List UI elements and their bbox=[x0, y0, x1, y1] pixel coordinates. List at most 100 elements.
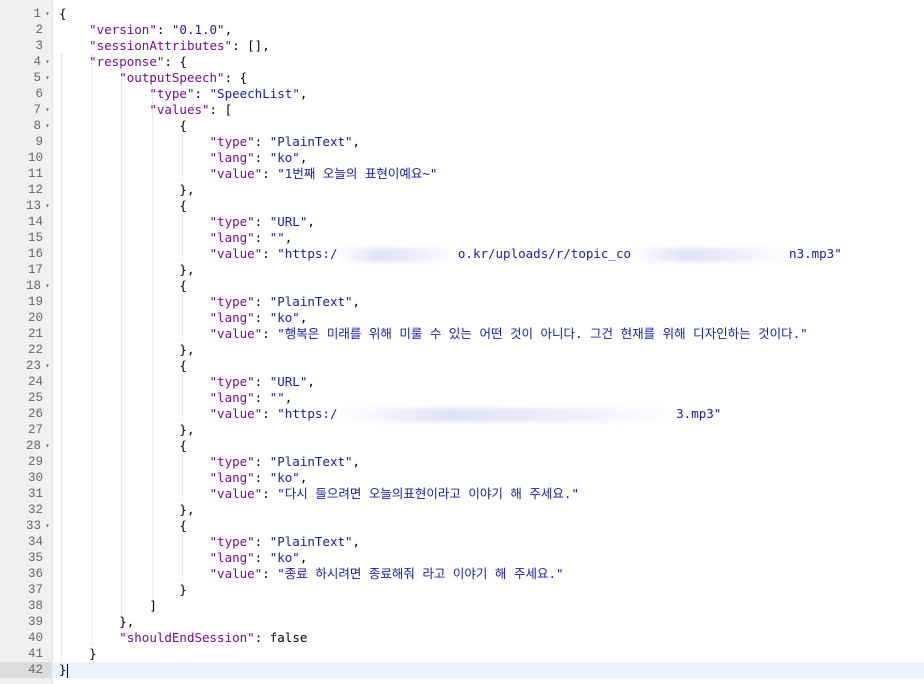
json-punctuation: : bbox=[254, 470, 270, 485]
code-line[interactable]: 32 }, bbox=[0, 502, 924, 518]
code-line[interactable]: 36 "value": "종료 하시려면 종료해줘 라고 이야기 해 주세요." bbox=[0, 566, 924, 582]
line-gutter-cell: 22 bbox=[0, 342, 52, 358]
code-line[interactable]: 29 "type": "PlainText", bbox=[0, 454, 924, 470]
fold-toggle-icon[interactable]: ▾ bbox=[45, 518, 50, 534]
code-line[interactable]: 41 } bbox=[0, 646, 924, 662]
code-line[interactable]: 12 }, bbox=[0, 182, 924, 198]
line-number: 14 bbox=[27, 215, 43, 229]
code-line[interactable]: 35 "lang": "ko", bbox=[0, 550, 924, 566]
code-line[interactable]: 30 "lang": "ko", bbox=[0, 470, 924, 486]
code-line[interactable]: 10 "lang": "ko", bbox=[0, 150, 924, 166]
line-gutter-cell: 21 bbox=[0, 326, 52, 342]
code-line[interactable]: 13 ▾ { bbox=[0, 198, 924, 214]
code-line[interactable]: 20 "lang": "ko", bbox=[0, 310, 924, 326]
code-line[interactable]: 38 ] bbox=[0, 598, 924, 614]
code-line[interactable]: 9 "type": "PlainText", bbox=[0, 134, 924, 150]
json-punctuation: , bbox=[299, 470, 308, 485]
code-line[interactable]: 34 "type": "PlainText", bbox=[0, 534, 924, 550]
fold-toggle-icon[interactable]: ▾ bbox=[45, 278, 50, 294]
code-line[interactable]: 3 "sessionAttributes": [], bbox=[0, 38, 924, 54]
fold-toggle-icon[interactable]: ▾ bbox=[45, 102, 50, 118]
text-cursor bbox=[66, 663, 68, 678]
code-line[interactable]: 5 ▾ "outputSpeech": { bbox=[0, 70, 924, 86]
line-gutter-cell: 14 bbox=[0, 214, 52, 230]
code-line[interactable]: 8 ▾ { bbox=[0, 118, 924, 134]
fold-toggle-icon[interactable]: ▾ bbox=[45, 118, 50, 134]
json-key: "type" bbox=[209, 454, 255, 469]
code-line[interactable]: 1 ▾{ bbox=[0, 6, 924, 22]
code-line[interactable]: 17 }, bbox=[0, 262, 924, 278]
code-line[interactable]: 42} bbox=[0, 662, 924, 678]
json-key: "lang" bbox=[209, 390, 255, 405]
code-line[interactable]: 15 "lang": "", bbox=[0, 230, 924, 246]
json-punctuation: }, bbox=[179, 502, 195, 517]
code-line[interactable]: 19 "type": "PlainText", bbox=[0, 294, 924, 310]
json-string: "0.1.0" bbox=[171, 22, 225, 37]
json-punctuation: : bbox=[262, 166, 278, 181]
line-number: 32 bbox=[27, 503, 43, 517]
code-line[interactable]: 2 "version": "0.1.0", bbox=[0, 22, 924, 38]
code-line[interactable]: 39 }, bbox=[0, 614, 924, 630]
json-code-editor[interactable]: 1 ▾{2 "version": "0.1.0", 3 "sessionAttrib… bbox=[0, 0, 924, 684]
line-code: "value": "https:/ 3.mp3" bbox=[59, 406, 721, 422]
json-string: n3.mp3" bbox=[789, 246, 842, 261]
line-code: }, bbox=[59, 422, 194, 438]
json-punctuation: }, bbox=[179, 262, 195, 277]
code-line[interactable]: 4 ▾ "response": { bbox=[0, 54, 924, 70]
fold-toggle-icon[interactable]: ▾ bbox=[45, 198, 50, 214]
json-punctuation: : [], bbox=[232, 38, 270, 53]
code-line[interactable]: 21 "value": "행복은 미래를 위해 미룰 수 있는 어떤 것이 아니… bbox=[0, 326, 924, 342]
code-line[interactable]: 14 "type": "URL", bbox=[0, 214, 924, 230]
json-key: "type" bbox=[209, 534, 255, 549]
code-line[interactable]: 24 "type": "URL", bbox=[0, 374, 924, 390]
line-number: 33 bbox=[25, 519, 41, 533]
line-gutter-cell: 29 bbox=[0, 454, 52, 470]
json-punctuation: , bbox=[299, 310, 308, 325]
code-line[interactable]: 40 "shouldEndSession": false bbox=[0, 630, 924, 646]
code-line[interactable]: 26 "value": "https:/ 3.mp3" bbox=[0, 406, 924, 422]
line-gutter-cell: 11 bbox=[0, 166, 52, 182]
code-line[interactable]: 27 }, bbox=[0, 422, 924, 438]
line-code: }, bbox=[59, 262, 194, 278]
line-code: "lang": "", bbox=[59, 390, 293, 406]
code-line[interactable]: 18 ▾ { bbox=[0, 278, 924, 294]
code-line[interactable]: 22 }, bbox=[0, 342, 924, 358]
json-punctuation: }, bbox=[119, 614, 135, 629]
fold-toggle-icon[interactable]: ▾ bbox=[45, 70, 50, 86]
code-line[interactable]: 37 } bbox=[0, 582, 924, 598]
code-line[interactable]: 16 "value": "https:/ o.kr/uploads/r/topi… bbox=[0, 246, 924, 262]
code-line[interactable]: 6 "type": "SpeechList", bbox=[0, 86, 924, 102]
json-key: "value" bbox=[209, 326, 263, 341]
code-line[interactable]: 23 ▾ { bbox=[0, 358, 924, 374]
code-line[interactable]: 11 "value": "1번째 오늘의 표현이예요~" bbox=[0, 166, 924, 182]
code-line[interactable]: 31 "value": "다시 들으려면 오늘의표현이라고 이야기 해 주세요.… bbox=[0, 486, 924, 502]
line-gutter-cell: 17 bbox=[0, 262, 52, 278]
code-line[interactable]: 25 "lang": "", bbox=[0, 390, 924, 406]
json-punctuation: : bbox=[254, 374, 270, 389]
line-number: 5 bbox=[33, 71, 41, 85]
fold-toggle-icon[interactable]: ▾ bbox=[45, 6, 50, 22]
line-gutter-cell: 16 bbox=[0, 246, 52, 262]
fold-toggle-icon[interactable]: ▾ bbox=[45, 438, 50, 454]
code-line[interactable]: 33 ▾ { bbox=[0, 518, 924, 534]
fold-toggle-icon[interactable]: ▾ bbox=[45, 54, 50, 70]
code-line[interactable]: 7 ▾ "values": [ bbox=[0, 102, 924, 118]
redacted-blur bbox=[337, 407, 677, 422]
line-gutter-cell: 20 bbox=[0, 310, 52, 326]
fold-toggle-icon[interactable]: ▾ bbox=[45, 358, 50, 374]
json-punctuation: : { bbox=[164, 54, 187, 69]
code-line[interactable]: 28 ▾ { bbox=[0, 438, 924, 454]
json-string: "ko" bbox=[269, 310, 300, 325]
line-code: "outputSpeech": { bbox=[59, 70, 247, 86]
redacted-blur bbox=[337, 247, 458, 262]
line-number: 11 bbox=[27, 167, 43, 181]
json-punctuation: ] bbox=[149, 598, 157, 613]
